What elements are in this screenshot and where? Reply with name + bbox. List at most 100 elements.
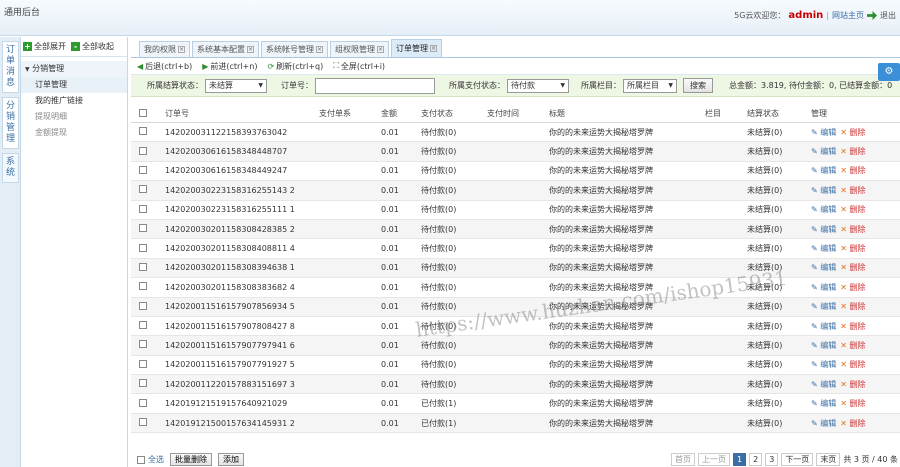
page-3-button[interactable]: 3 — [765, 453, 779, 466]
module-tab-distribution[interactable]: 分销管理 — [2, 97, 19, 149]
delete-button[interactable]: ✕ 删除 — [840, 322, 865, 331]
row-checkbox[interactable] — [139, 224, 147, 233]
row-checkbox[interactable] — [139, 321, 147, 330]
select-all-checkbox[interactable] — [137, 455, 145, 464]
edit-button[interactable]: ✎ 编辑 — [811, 399, 836, 408]
edit-button[interactable]: ✎ 编辑 — [811, 419, 836, 428]
tab-group-permissions[interactable]: 组权限管理 × — [330, 41, 389, 57]
close-icon[interactable]: × — [430, 45, 437, 52]
header-checkbox[interactable] — [139, 108, 147, 117]
sidebar-item-withdraw-detail[interactable]: 提现明细 — [21, 109, 127, 125]
module-tab-system[interactable]: 系统 — [2, 153, 19, 183]
edit-button[interactable]: ✎ 编辑 — [811, 186, 836, 195]
delete-button[interactable]: ✕ 删除 — [840, 302, 865, 311]
tab-order-management[interactable]: 订单管理 × — [391, 39, 442, 57]
tab-system-config[interactable]: 系统基本配置 × — [192, 41, 259, 57]
close-icon[interactable]: × — [247, 46, 254, 53]
logout-link[interactable]: 退出 — [880, 10, 896, 21]
add-button[interactable]: 添加 — [218, 453, 244, 466]
edit-button[interactable]: ✎ 编辑 — [811, 302, 836, 311]
collapse-all-button[interactable]: - 全部收起 — [71, 41, 114, 52]
close-icon[interactable]: × — [316, 46, 323, 53]
forward-button[interactable]: ▶ 前进(ctrl+n) — [202, 61, 257, 72]
row-checkbox[interactable] — [139, 282, 147, 291]
back-button[interactable]: ◀ 后退(ctrl+b) — [137, 61, 192, 72]
row-checkbox[interactable] — [139, 185, 147, 194]
column-select[interactable]: 所属栏目 ▼ — [623, 78, 677, 93]
cell-amount: 0.01 — [381, 340, 399, 350]
sidebar-item-orders[interactable]: 订单管理 — [21, 77, 127, 93]
row-checkbox[interactable] — [139, 243, 147, 252]
order-no-input[interactable] — [315, 77, 435, 94]
edit-button[interactable]: ✎ 编辑 — [811, 128, 836, 137]
delete-button[interactable]: ✕ 删除 — [840, 341, 865, 350]
page-1-button[interactable]: 1 — [733, 453, 747, 466]
delete-button[interactable]: ✕ 删除 — [840, 399, 865, 408]
fullscreen-button[interactable]: ⛶ 全屏(ctrl+i) — [333, 61, 385, 72]
edit-button[interactable]: ✎ 编辑 — [811, 322, 836, 331]
sidebar-item-withdraw[interactable]: 金额提现 — [21, 125, 127, 141]
cell-manage: ✎ 编辑 ✕ 删除 — [811, 262, 900, 273]
close-icon[interactable]: × — [377, 46, 384, 53]
delete-button[interactable]: ✕ 删除 — [840, 283, 865, 292]
edit-button[interactable]: ✎ 编辑 — [811, 147, 836, 156]
delete-button[interactable]: ✕ 删除 — [840, 244, 865, 253]
edit-button[interactable]: ✎ 编辑 — [811, 380, 836, 389]
row-checkbox[interactable] — [139, 359, 147, 368]
delete-button[interactable]: ✕ 删除 — [840, 128, 865, 137]
delete-button[interactable]: ✕ 删除 — [840, 225, 865, 234]
edit-button[interactable]: ✎ 编辑 — [811, 244, 836, 253]
select-all-label[interactable]: 全选 — [148, 454, 164, 465]
row-checkbox[interactable] — [139, 379, 147, 388]
edit-button[interactable]: ✎ 编辑 — [811, 360, 836, 369]
row-checkbox[interactable] — [139, 146, 147, 155]
logout-icon[interactable] — [867, 11, 877, 20]
home-link[interactable]: 网站主页 — [832, 10, 864, 21]
search-button[interactable]: 搜索 — [683, 78, 713, 93]
next-page-button[interactable]: 下一页 — [781, 453, 814, 466]
edit-button[interactable]: ✎ 编辑 — [811, 283, 836, 292]
delete-button[interactable]: ✕ 删除 — [840, 147, 865, 156]
tab-system-accounts[interactable]: 系统帐号管理 × — [261, 41, 328, 57]
delete-button[interactable]: ✕ 删除 — [840, 186, 865, 195]
row-checkbox[interactable] — [139, 204, 147, 213]
edit-button[interactable]: ✎ 编辑 — [811, 263, 836, 272]
row-checkbox[interactable] — [139, 418, 147, 427]
side-panel-icon[interactable]: ⚙ — [878, 63, 900, 81]
cell-pay-status: 待付款(0) — [421, 340, 457, 350]
edit-button[interactable]: ✎ 编辑 — [811, 225, 836, 234]
row-checkbox[interactable] — [139, 165, 147, 174]
cell-order-no: 142020030223158316255111 1 — [165, 205, 295, 215]
delete-button[interactable]: ✕ 删除 — [840, 419, 865, 428]
tab-my-permissions[interactable]: 我的权限 × — [139, 41, 190, 57]
table-footer: 全选 批量删除 添加 首页 上一页 1 2 3 下一页 末页 共 3 页 / 4… — [131, 452, 900, 467]
delete-button[interactable]: ✕ 删除 — [840, 380, 865, 389]
page-2-button[interactable]: 2 — [749, 453, 763, 466]
edit-button[interactable]: ✎ 编辑 — [811, 166, 836, 175]
delete-button[interactable]: ✕ 删除 — [840, 263, 865, 272]
edit-button[interactable]: ✎ 编辑 — [811, 205, 836, 214]
last-page-button[interactable]: 末页 — [816, 453, 841, 466]
row-checkbox[interactable] — [139, 127, 147, 136]
prev-page-button[interactable]: 上一页 — [698, 453, 731, 466]
cell-order-no: 142020030616158348449247 — [165, 166, 288, 176]
row-checkbox[interactable] — [139, 340, 147, 349]
sidebar-group-distribution[interactable]: ▼ 分销管理 — [21, 61, 127, 77]
edit-button[interactable]: ✎ 编辑 — [811, 341, 836, 350]
delete-button[interactable]: ✕ 删除 — [840, 360, 865, 369]
row-checkbox[interactable] — [139, 262, 147, 271]
row-checkbox[interactable] — [139, 301, 147, 310]
col-pay-status: 支付状态 — [421, 109, 453, 118]
refresh-button[interactable]: ⟳ 刷新(ctrl+q) — [267, 61, 323, 72]
delete-button[interactable]: ✕ 删除 — [840, 205, 865, 214]
delete-button[interactable]: ✕ 删除 — [840, 166, 865, 175]
settle-status-select[interactable]: 未结算 ▼ — [205, 78, 267, 93]
first-page-button[interactable]: 首页 — [671, 453, 696, 466]
row-checkbox[interactable] — [139, 398, 147, 407]
close-icon[interactable]: × — [178, 46, 185, 53]
sidebar-item-promo-links[interactable]: 我的推广链接 — [21, 93, 127, 109]
batch-delete-button[interactable]: 批量删除 — [170, 453, 212, 466]
expand-all-button[interactable]: + 全部展开 — [23, 41, 66, 52]
pay-status-select[interactable]: 待付款 ▼ — [507, 78, 569, 93]
module-tab-orders[interactable]: 订单消息 — [2, 41, 19, 93]
